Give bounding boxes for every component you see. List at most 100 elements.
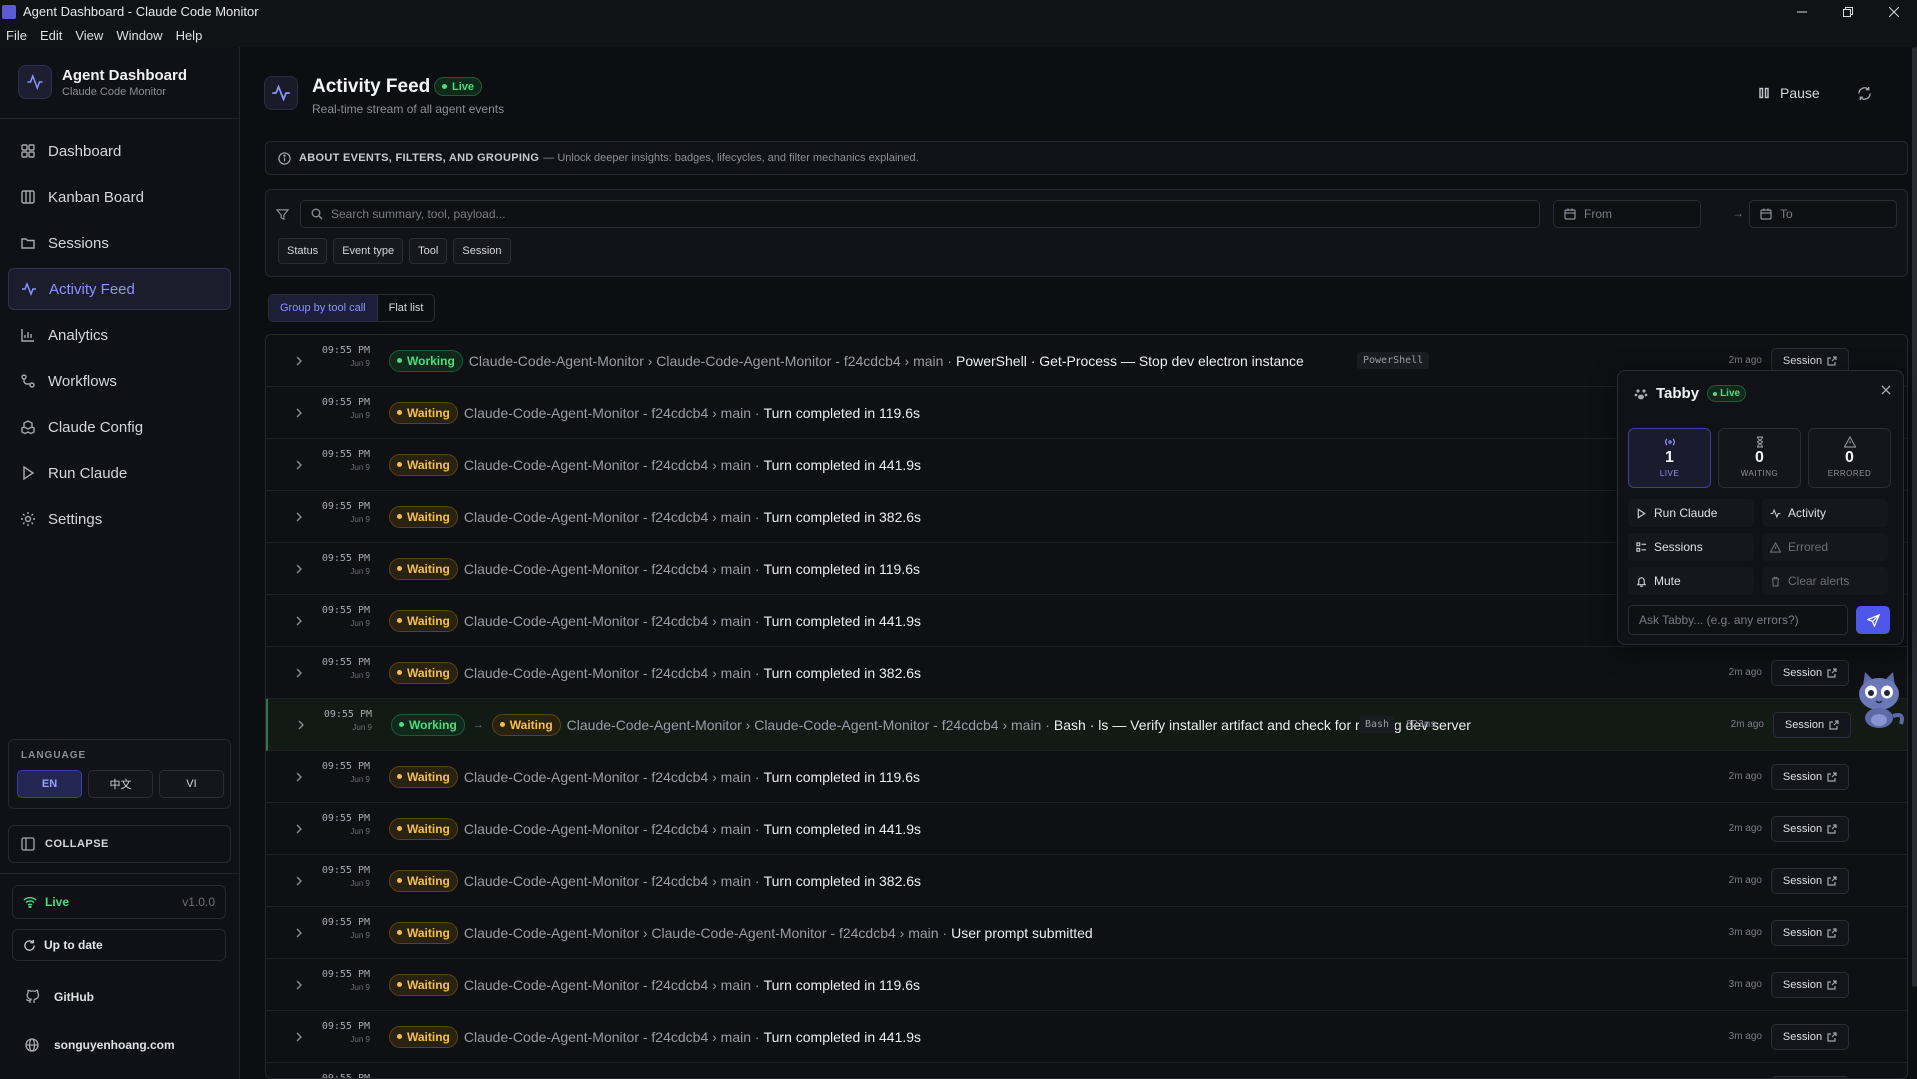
pause-button[interactable]: Pause <box>1758 85 1820 101</box>
sidebar-item-settings[interactable]: Settings <box>8 498 231 540</box>
sidebar: Agent Dashboard Claude Code Monitor Dash… <box>0 47 240 1079</box>
stat-waiting[interactable]: 0 WAITING <box>1718 428 1801 488</box>
tabby-sessions-button[interactable]: Sessions <box>1628 533 1754 561</box>
event-summary: Turn completed in 119.6s <box>763 560 921 577</box>
event-row[interactable]: 09:55 PMJun 9WaitingClaude-Code-Agent-Mo… <box>266 1011 1907 1063</box>
sidebar-item-run-claude[interactable]: Run Claude <box>8 452 231 494</box>
search-input[interactable]: Search summary, tool, payload... <box>300 200 1540 228</box>
chevron-right-icon[interactable] <box>294 512 304 522</box>
open-session-button[interactable]: Session <box>1771 1075 1849 1078</box>
github-link[interactable]: GitHub <box>24 989 94 1005</box>
event-row[interactable]: 09:55 PMJun 9WaitingClaude-Code-Agent-Mo… <box>266 1063 1907 1078</box>
close-window-button[interactable] <box>1871 0 1917 23</box>
filter-session-chip[interactable]: Session <box>453 238 511 264</box>
tabby-run-claude-button[interactable]: Run Claude <box>1628 499 1754 527</box>
open-session-button[interactable]: Session <box>1771 815 1849 842</box>
sidebar-item-claude-config[interactable]: Claude Config <box>8 406 231 448</box>
brand[interactable]: Agent Dashboard Claude Code Monitor <box>18 65 187 99</box>
about-banner[interactable]: ABOUT EVENTS, FILTERS, AND GROUPING — Un… <box>265 141 1908 175</box>
sidebar-item-dashboard[interactable]: Dashboard <box>8 130 231 172</box>
open-session-button[interactable]: Session <box>1771 919 1849 946</box>
menu-view[interactable]: View <box>75 28 103 43</box>
scrollbar[interactable] <box>1912 47 1917 987</box>
language-vi-button[interactable]: VI <box>159 770 224 798</box>
chevron-right-icon[interactable] <box>294 668 304 678</box>
send-button[interactable] <box>1856 606 1890 634</box>
event-date: Jun 9 <box>350 463 370 472</box>
chevron-right-icon[interactable] <box>294 616 304 626</box>
filter-status-chip[interactable]: Status <box>278 238 328 264</box>
chevron-right-icon[interactable] <box>294 1032 304 1042</box>
stat-label: ERRORED <box>1827 469 1872 478</box>
refresh-button[interactable] <box>1857 86 1872 101</box>
status-badge: Waiting <box>389 817 458 840</box>
date-from-input[interactable]: From <box>1553 200 1701 228</box>
collapse-sidebar-button[interactable]: COLLAPSE <box>8 825 231 863</box>
open-session-button[interactable]: Session <box>1771 867 1849 894</box>
calendar-icon <box>1760 208 1772 220</box>
minimize-button[interactable] <box>1779 0 1825 23</box>
chevron-right-icon[interactable] <box>294 928 304 938</box>
menu-edit[interactable]: Edit <box>40 28 62 43</box>
language-en-button[interactable]: EN <box>17 770 82 798</box>
chevron-right-icon[interactable] <box>294 772 304 782</box>
chevron-right-icon[interactable] <box>294 408 304 418</box>
sidebar-item-activity-feed[interactable]: Activity Feed <box>8 268 231 310</box>
filter-tool-chip[interactable]: Tool <box>409 238 448 264</box>
chevron-right-icon[interactable] <box>294 824 304 834</box>
menu-help[interactable]: Help <box>176 28 203 43</box>
event-row[interactable]: 09:55 PM Jun 9 Working → Waiting Claude-Code-… <box>266 699 1907 751</box>
filter-event-type-chip[interactable]: Event type <box>333 238 404 264</box>
event-row[interactable]: 09:55 PMJun 9WaitingClaude-Code-Agent-Mo… <box>266 803 1907 855</box>
event-path: Claude-Code-Agent-Monitor - f24cdcb4 › m… <box>463 976 760 993</box>
chevron-right-icon[interactable] <box>294 356 304 366</box>
stat-live[interactable]: 1 LIVE <box>1628 428 1711 488</box>
event-age: 2m ago <box>1730 719 1764 730</box>
chevron-right-icon[interactable] <box>296 720 306 730</box>
open-session-button[interactable]: Session <box>1773 711 1851 738</box>
tabby-mascot-icon[interactable] <box>1851 668 1907 730</box>
website-link[interactable]: songuyenhoang.com <box>24 1037 175 1053</box>
tabby-errored-button[interactable]: Errored <box>1762 533 1888 561</box>
open-session-button[interactable]: Session <box>1771 1023 1849 1050</box>
menu-window[interactable]: Window <box>116 28 162 43</box>
open-session-button[interactable]: Session <box>1771 971 1849 998</box>
event-row[interactable]: 09:55 PMJun 9WaitingClaude-Code-Agent-Mo… <box>266 855 1907 907</box>
event-row[interactable]: 09:55 PMJun 9WaitingClaude-Code-Agent-Mo… <box>266 647 1907 699</box>
chevron-right-icon[interactable] <box>294 980 304 990</box>
menu-file[interactable]: File <box>6 28 27 43</box>
sidebar-item-analytics[interactable]: Analytics <box>8 314 231 356</box>
event-row[interactable]: 09:55 PMJun 9WaitingClaude-Code-Agent-Mo… <box>266 907 1907 959</box>
stat-errored[interactable]: 0 ERRORED <box>1808 428 1891 488</box>
sidebar-item-workflows[interactable]: Workflows <box>8 360 231 402</box>
open-session-button[interactable]: Session <box>1771 659 1849 686</box>
close-tabby-button[interactable] <box>1881 385 1891 395</box>
grid-icon <box>20 143 36 159</box>
group-by-tool-call-tab[interactable]: Group by tool call <box>269 295 378 321</box>
event-row[interactable]: 09:55 PMJun 9WaitingClaude-Code-Agent-Mo… <box>266 751 1907 803</box>
about-text: — Unlock deeper insights: badges, lifecy… <box>543 152 919 164</box>
chevron-right-icon[interactable] <box>294 876 304 886</box>
language-zh-button[interactable]: 中文 <box>88 770 153 798</box>
event-content: Waiting Claude-Code-Agent-Monitor - f24cd… <box>389 765 920 788</box>
open-session-button[interactable]: Session <box>1771 763 1849 790</box>
date-to-input[interactable]: To <box>1749 200 1897 228</box>
sidebar-item-sessions[interactable]: Sessions <box>8 222 231 264</box>
action-label: Activity <box>1788 506 1827 520</box>
flat-list-tab[interactable]: Flat list <box>378 295 435 321</box>
check-updates-button[interactable]: Up to date <box>12 929 226 961</box>
event-content: Waiting Claude-Code-Agent-Monitor - f24cd… <box>389 869 921 892</box>
tabby-clear-alerts-button[interactable]: Clear alerts <box>1762 567 1888 595</box>
chevron-right-icon[interactable] <box>294 564 304 574</box>
sidebar-item-kanban-board[interactable]: Kanban Board <box>8 176 231 218</box>
chevron-right-icon[interactable] <box>294 460 304 470</box>
brand-title: Agent Dashboard <box>62 66 188 84</box>
ask-tabby-input[interactable]: Ask Tabby... (e.g. any errors?) <box>1628 605 1848 635</box>
tabby-activity-button[interactable]: Activity <box>1762 499 1888 527</box>
maximize-button[interactable] <box>1825 0 1871 23</box>
folder-icon <box>20 235 36 251</box>
tabby-mute-button[interactable]: Mute <box>1628 567 1754 595</box>
event-summary: Turn completed in 441.9s <box>763 456 922 473</box>
event-row[interactable]: 09:55 PMJun 9WaitingClaude-Code-Agent-Mo… <box>266 959 1907 1011</box>
live-badge: Live <box>1707 385 1747 402</box>
